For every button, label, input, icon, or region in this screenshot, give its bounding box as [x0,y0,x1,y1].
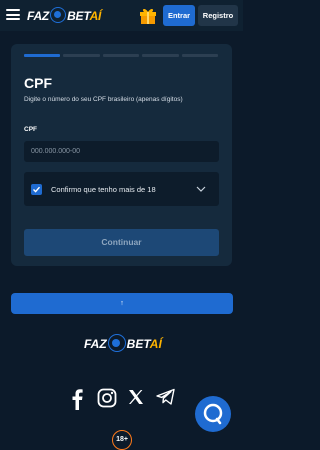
step-progress [24,54,219,57]
continue-button[interactable]: Continuar [24,229,219,256]
menu-icon[interactable] [6,9,20,20]
logo-text-bet: BET [126,337,150,351]
check-icon [33,186,41,193]
chevron-down-icon[interactable] [196,185,206,193]
cpf-input[interactable] [24,141,219,162]
logo-o-ring-icon [107,334,126,353]
age-restriction-badge: 18+ [112,430,132,450]
logo-text-ai: AÍ [149,337,162,351]
age-confirm-label: Confirmo que tenho mais de 18 [51,185,156,194]
form-subtitle: Digite o número do seu CPF brasileiro (a… [24,96,183,103]
age-confirm-checkbox[interactable] [31,184,42,195]
facebook-icon[interactable] [68,388,88,410]
logo-o-ring-icon [50,7,67,24]
register-button[interactable]: Registro [198,5,238,26]
cpf-form-card: CPF Digite o número do seu CPF brasileir… [11,44,232,266]
footer-logo[interactable]: FAZ BETAÍ [84,333,162,355]
support-chat-button[interactable] [195,396,231,432]
step-indicator [24,54,61,57]
step-indicator [142,54,179,57]
telegram-icon[interactable] [156,388,176,408]
gift-icon[interactable] [138,5,158,25]
cpf-field-label: CPF [24,126,37,133]
scroll-top-button[interactable]: ↑ [11,293,233,314]
age-confirm-dropdown[interactable]: Confirmo que tenho mais de 18 [24,172,219,206]
form-title: CPF [24,75,52,91]
login-button[interactable]: Entrar [163,5,195,26]
x-icon[interactable] [127,388,147,408]
instagram-icon[interactable] [97,388,117,408]
top-header: FAZ BETAÍ Entrar Registro [0,0,243,31]
step-indicator [181,54,219,57]
logo-text-bet: BET [67,9,90,23]
brand-logo[interactable]: FAZ BETAÍ [27,6,101,26]
logo-text-ai: AÍ [89,9,102,23]
logo-text-faz: FAZ [84,337,107,351]
step-indicator [63,54,100,57]
logo-text-faz: FAZ [27,9,50,23]
step-indicator [102,54,140,57]
chat-icon [203,403,223,425]
